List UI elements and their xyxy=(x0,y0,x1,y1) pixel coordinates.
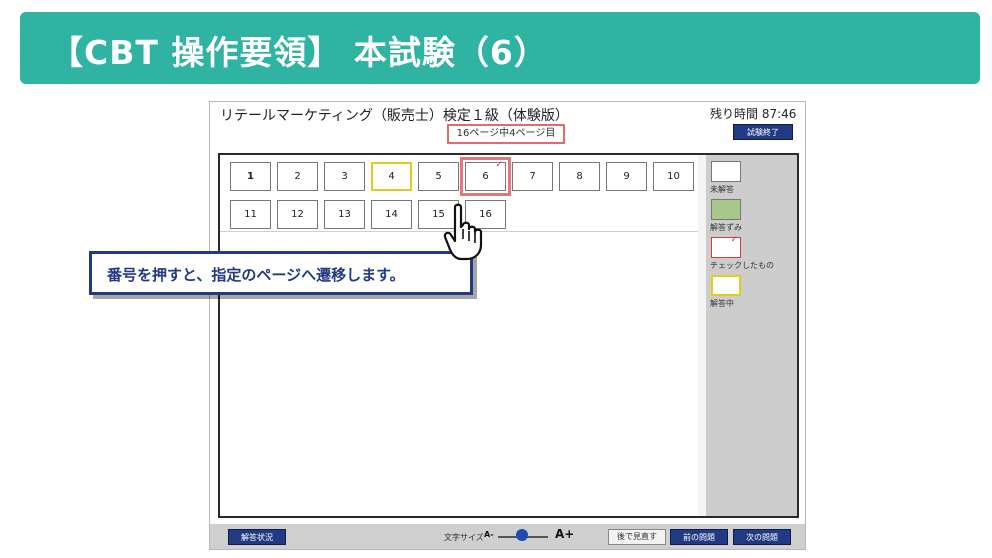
question-button-1[interactable]: 1 xyxy=(230,162,271,191)
question-button-4[interactable]: 4 xyxy=(371,162,412,191)
question-button-10[interactable]: 10 xyxy=(653,162,694,191)
banner-title: 【CBT 操作要領】 本試験（6） xyxy=(50,33,548,72)
question-button-7[interactable]: 7 xyxy=(512,162,553,191)
font-decrease-label: A- xyxy=(484,530,494,539)
legend-checked-swatch: ✓ xyxy=(711,235,741,258)
font-increase-label: A+ xyxy=(555,527,575,541)
answer-status-button[interactable]: 解答状況 xyxy=(228,529,286,545)
status-legend: 未解答 解答ずみ ✓ チェックしたもの 解答中 xyxy=(706,155,797,516)
question-button-3[interactable]: 3 xyxy=(324,162,365,191)
end-exam-button[interactable]: 試験終了 xyxy=(733,124,793,140)
legend-current-label: 解答中 xyxy=(710,299,734,308)
page-indicator: 16ページ中4ページ目 xyxy=(447,124,565,144)
legend-checked-label: チェックしたもの xyxy=(710,261,774,270)
question-button-14[interactable]: 14 xyxy=(371,200,412,229)
next-question-button[interactable]: 次の問題 xyxy=(733,529,791,545)
question-button-13[interactable]: 13 xyxy=(324,200,365,229)
question-button-2[interactable]: 2 xyxy=(277,162,318,191)
time-remaining: 残り時間 87:46 xyxy=(710,107,797,121)
instruction-callout: 番号を押すと、指定のページへ遷移します。 xyxy=(89,251,473,295)
legend-unanswered-label: 未解答 xyxy=(710,185,734,194)
highlight-outline xyxy=(460,157,511,196)
previous-question-button[interactable]: 前の問題 xyxy=(670,529,728,545)
font-size-label: 文字サイズ xyxy=(444,533,484,542)
legend-answered-swatch xyxy=(711,199,741,220)
question-status-panel: 1 2 3 4 5 6 ✓ 7 8 9 10 11 12 13 14 15 16 未解答 解答ずみ ✓ チェック… xyxy=(218,153,799,518)
callout-text: 番号を押すと、指定のページへ遷移します。 xyxy=(107,266,405,284)
legend-answered-label: 解答ずみ xyxy=(710,223,742,232)
question-button-5[interactable]: 5 xyxy=(418,162,459,191)
exam-title: リテールマーケティング（販売士）検定１級（体験版） xyxy=(220,108,569,124)
question-button-11[interactable]: 11 xyxy=(230,200,271,229)
legend-current-swatch xyxy=(711,275,741,296)
question-button-12[interactable]: 12 xyxy=(277,200,318,229)
header-banner: 【CBT 操作要領】 本試験（6） xyxy=(20,12,980,84)
legend-unanswered-swatch xyxy=(711,161,741,182)
check-mark-icon: ✓ xyxy=(730,235,738,245)
question-button-8[interactable]: 8 xyxy=(559,162,600,191)
font-size-slider-handle[interactable] xyxy=(516,529,528,541)
question-button-9[interactable]: 9 xyxy=(606,162,647,191)
vertical-scrollbar[interactable] xyxy=(698,155,706,516)
bottom-toolbar: 解答状況 文字サイズ A- A+ 後で見直す 前の問題 次の問題 xyxy=(210,524,805,549)
exam-screen: リテールマーケティング（販売士）検定１級（体験版） 16ページ中4ページ目 残り… xyxy=(209,101,806,550)
review-later-button[interactable]: 後で見直す xyxy=(608,529,666,545)
hand-pointer-icon xyxy=(443,203,483,261)
